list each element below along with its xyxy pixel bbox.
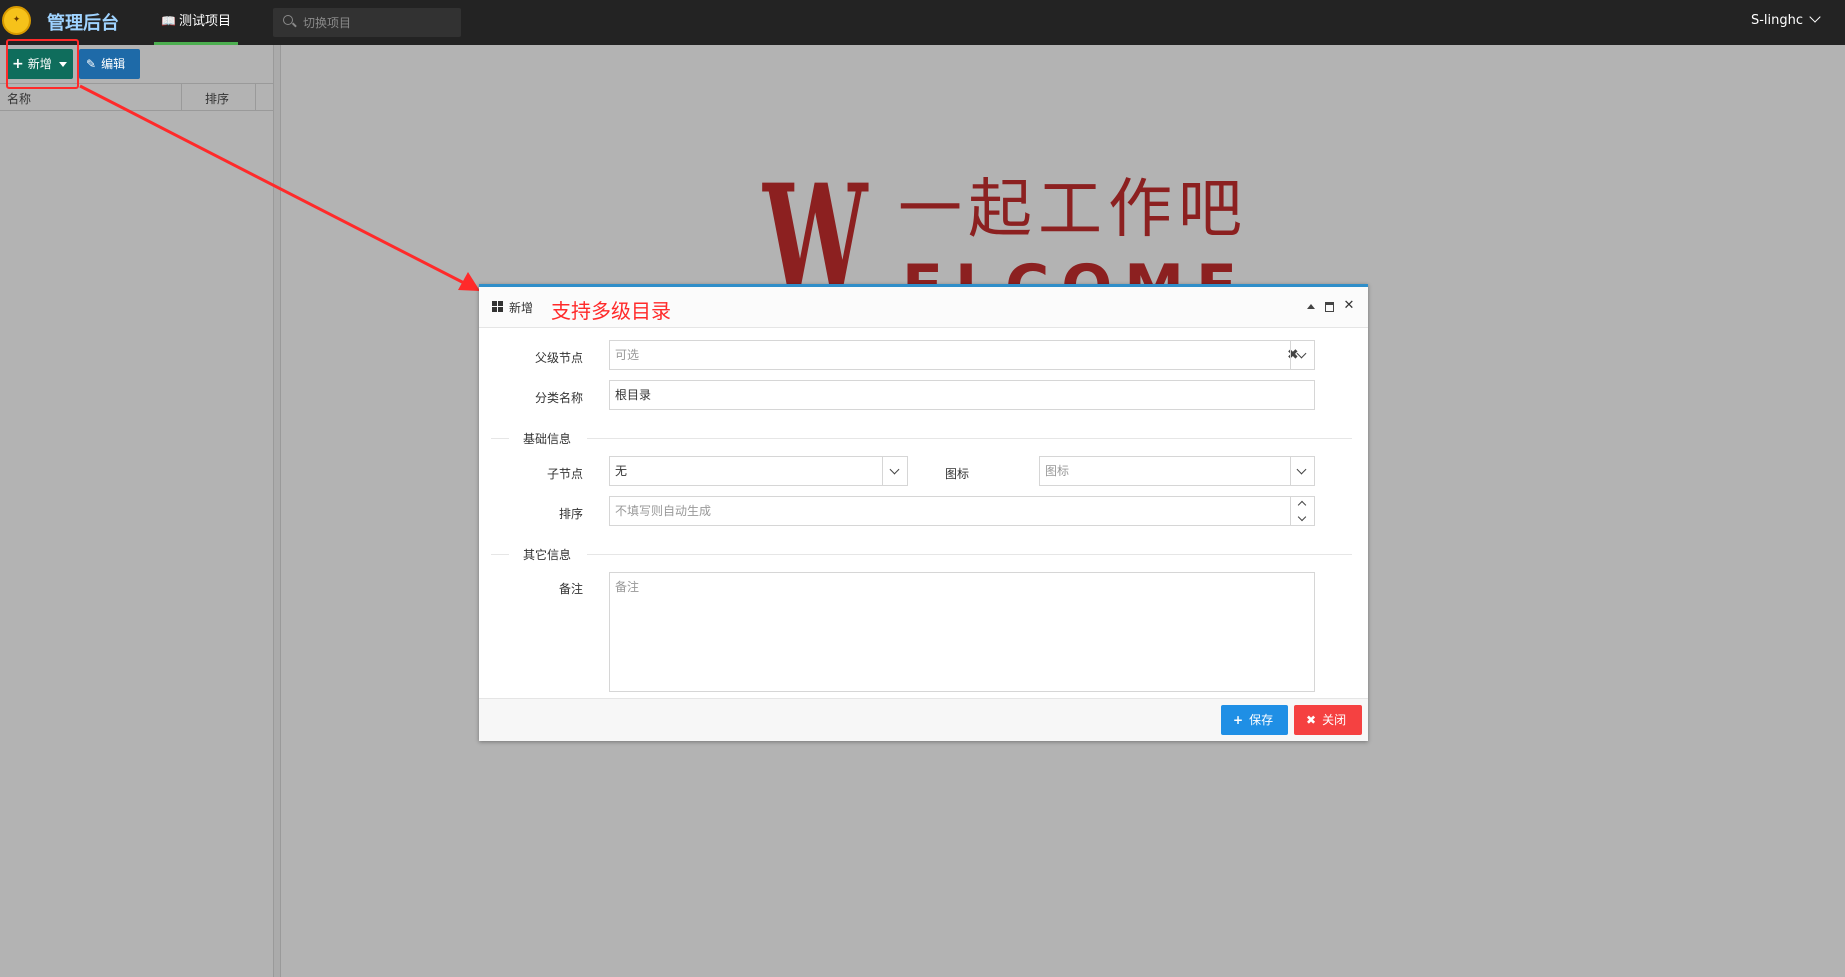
close-icon: ✖ (1306, 713, 1317, 727)
remark-label: 备注 (558, 582, 583, 596)
category-name-label: 分类名称 (534, 391, 583, 405)
child-node-select[interactable]: 无 (609, 456, 908, 486)
child-node-value: 无 (615, 464, 628, 478)
clear-icon[interactable]: ✖ (1287, 341, 1299, 369)
left-panel: + 新增 ✎ 编辑 名称 排序 (0, 45, 274, 977)
welcome-word: ELCOME (902, 258, 1312, 284)
spin-down-icon[interactable] (1297, 512, 1307, 522)
windows-icon (492, 301, 504, 313)
section-basic-info: 基础信息 (523, 432, 572, 446)
pencil-icon: ✎ (86, 57, 97, 71)
category-name-input[interactable]: 根目录 (609, 380, 1315, 410)
tab-label: 测试项目 (178, 14, 231, 29)
edit-button[interactable]: ✎ 编辑 (79, 49, 140, 79)
project-search[interactable] (273, 8, 461, 37)
edit-button-label: 编辑 (101, 57, 126, 71)
chevron-down-icon (1809, 11, 1821, 23)
icon-label: 图标 (944, 467, 969, 481)
category-name-value: 根目录 (615, 388, 652, 402)
maximize-icon[interactable] (1324, 300, 1336, 312)
sort-number-input[interactable]: 不填写则自动生成 (609, 496, 1315, 526)
child-node-label: 子节点 (546, 467, 583, 481)
app-title: 管理后台 (47, 13, 119, 34)
search-icon (283, 15, 293, 25)
project-search-input[interactable] (303, 8, 453, 37)
spin-up-icon[interactable] (1297, 500, 1307, 510)
icon-select[interactable]: 图标 (1039, 456, 1315, 486)
save-button-label: 保存 (1249, 713, 1274, 727)
panel-splitter[interactable] (274, 45, 281, 977)
parent-node-select[interactable]: 可选 ✖ (609, 340, 1315, 370)
arrow-head (458, 272, 480, 291)
remark-textarea[interactable]: 备注 (609, 572, 1315, 692)
close-button-label: 关闭 (1322, 713, 1347, 727)
collapse-icon[interactable] (1305, 300, 1317, 312)
add-category-dialog: 新增 支持多级目录 ✕ 父级节点 可选 ✖ 分类名称 根目录 基础信息 子节点 … (479, 284, 1368, 741)
column-header-sort[interactable]: 排序 (205, 90, 229, 107)
top-bar: ✦ 管理后台 📖测试项目 S-linghc (0, 0, 1845, 45)
column-divider[interactable] (181, 84, 182, 110)
dialog-title: 新增 (509, 301, 534, 315)
close-button[interactable]: ✖ 关闭 (1294, 705, 1362, 735)
annotation-highlight-box (6, 39, 79, 89)
icon-placeholder: 图标 (1045, 464, 1070, 478)
parent-node-label: 父级节点 (534, 351, 583, 365)
column-divider[interactable] (255, 84, 256, 110)
sort-label: 排序 (558, 507, 583, 521)
tab-test-project[interactable]: 📖 测试项目 (154, 0, 238, 45)
save-button[interactable]: + 保存 (1221, 705, 1288, 735)
chevron-down-icon[interactable] (1296, 464, 1307, 475)
remark-placeholder: 备注 (615, 580, 640, 594)
sort-placeholder: 不填写则自动生成 (615, 504, 712, 518)
user-name: S-linghc (1750, 13, 1803, 28)
annotation-note: 支持多级目录 (551, 299, 671, 323)
welcome-word-text: ELCOME (902, 258, 1249, 284)
user-menu[interactable]: S-linghc (1750, 11, 1821, 28)
close-icon[interactable]: ✕ (1343, 299, 1355, 312)
dialog-footer: + 保存 ✖ 关闭 (479, 698, 1368, 741)
section-other-info: 其它信息 (523, 548, 572, 562)
book-icon: 📖 (161, 14, 176, 28)
dialog-header[interactable]: 新增 支持多级目录 ✕ (479, 287, 1368, 328)
plus-icon: + (1233, 713, 1244, 727)
parent-node-placeholder: 可选 (615, 348, 640, 362)
logo-icon: ✦ (2, 6, 31, 35)
welcome-tagline: 一起工作吧 (898, 173, 1248, 247)
column-header-name[interactable]: 名称 (7, 90, 31, 107)
